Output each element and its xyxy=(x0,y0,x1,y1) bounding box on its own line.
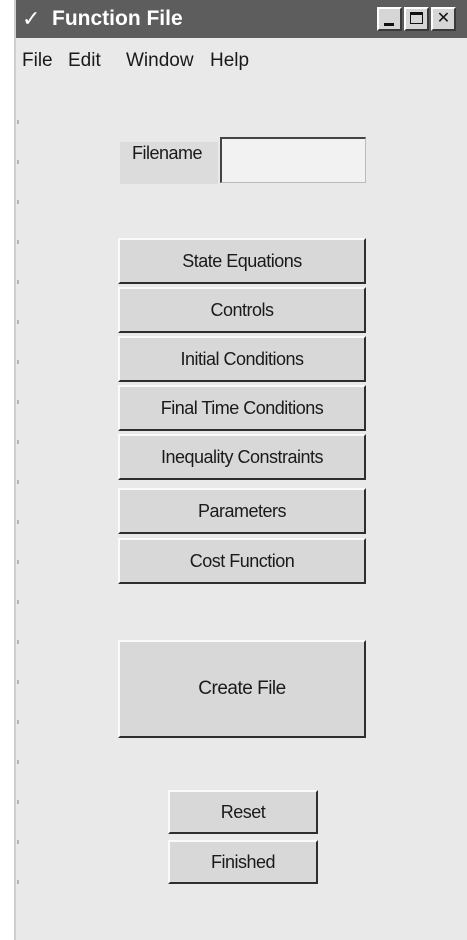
maximize-button[interactable] xyxy=(404,7,429,31)
window-title: Function File xyxy=(52,7,183,30)
filename-input[interactable] xyxy=(220,137,366,183)
minimize-icon xyxy=(384,23,394,26)
menu-help[interactable]: Help xyxy=(210,50,249,72)
final-time-conditions-button[interactable]: Final Time Conditions xyxy=(118,385,366,431)
parameters-button[interactable]: Parameters xyxy=(118,488,366,534)
menu-bar: File Edit Window Help xyxy=(16,44,467,76)
reset-button[interactable]: Reset xyxy=(168,790,318,834)
maximize-icon xyxy=(410,12,423,24)
create-file-button[interactable]: Create File xyxy=(118,640,366,738)
finished-button[interactable]: Finished xyxy=(168,840,318,884)
state-equations-button[interactable]: State Equations xyxy=(118,238,366,284)
menu-file[interactable]: File xyxy=(22,50,53,72)
inequality-constraints-button[interactable]: Inequality Constraints xyxy=(118,434,366,480)
initial-conditions-button[interactable]: Initial Conditions xyxy=(118,336,366,382)
checkmark-icon: ✓ xyxy=(22,6,41,31)
function-file-window: ✓ Function File ✕ File Edit Window Help … xyxy=(14,0,467,940)
title-bar[interactable]: ✓ Function File ✕ xyxy=(16,0,467,38)
close-button[interactable]: ✕ xyxy=(431,7,456,31)
menu-edit[interactable]: Edit xyxy=(68,50,101,72)
controls-button[interactable]: Controls xyxy=(118,287,366,333)
filename-label: Filename xyxy=(120,142,218,184)
menu-window[interactable]: Window xyxy=(126,50,194,72)
cost-function-button[interactable]: Cost Function xyxy=(118,538,366,584)
close-icon: ✕ xyxy=(436,10,451,27)
minimize-button[interactable] xyxy=(377,7,402,31)
window-edge-marks xyxy=(17,120,19,920)
